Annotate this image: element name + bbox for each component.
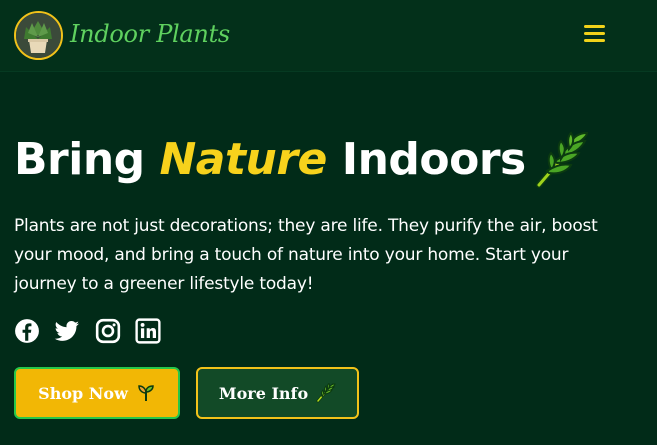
more-info-label: More Info — [218, 383, 309, 403]
brand-name[interactable]: Indoor Plants — [70, 20, 230, 48]
header: Indoor Plants — [0, 0, 657, 72]
hero-title: Bring Nature Indoors — [14, 134, 526, 185]
linkedin-icon[interactable] — [135, 318, 161, 344]
hero-title-accent: Nature — [159, 134, 327, 185]
facebook-icon[interactable] — [14, 318, 40, 344]
shop-now-button[interactable]: Shop Now — [14, 367, 180, 419]
logo[interactable] — [14, 11, 63, 60]
leaf-icon — [316, 383, 336, 403]
more-info-button[interactable]: More Info — [196, 367, 359, 419]
shop-now-label: Shop Now — [38, 383, 128, 403]
twitter-icon[interactable] — [54, 318, 80, 344]
seedling-icon — [138, 385, 154, 401]
potted-plant-icon — [16, 13, 61, 58]
hamburger-menu-icon[interactable] — [582, 22, 608, 46]
hero-description: Plants are not just decorations; they ar… — [14, 216, 598, 294]
hero-title-part1: Bring — [14, 134, 160, 185]
instagram-icon[interactable] — [95, 318, 121, 344]
hero-title-part2: Indoors — [326, 134, 527, 185]
leaf-icon — [536, 131, 589, 188]
